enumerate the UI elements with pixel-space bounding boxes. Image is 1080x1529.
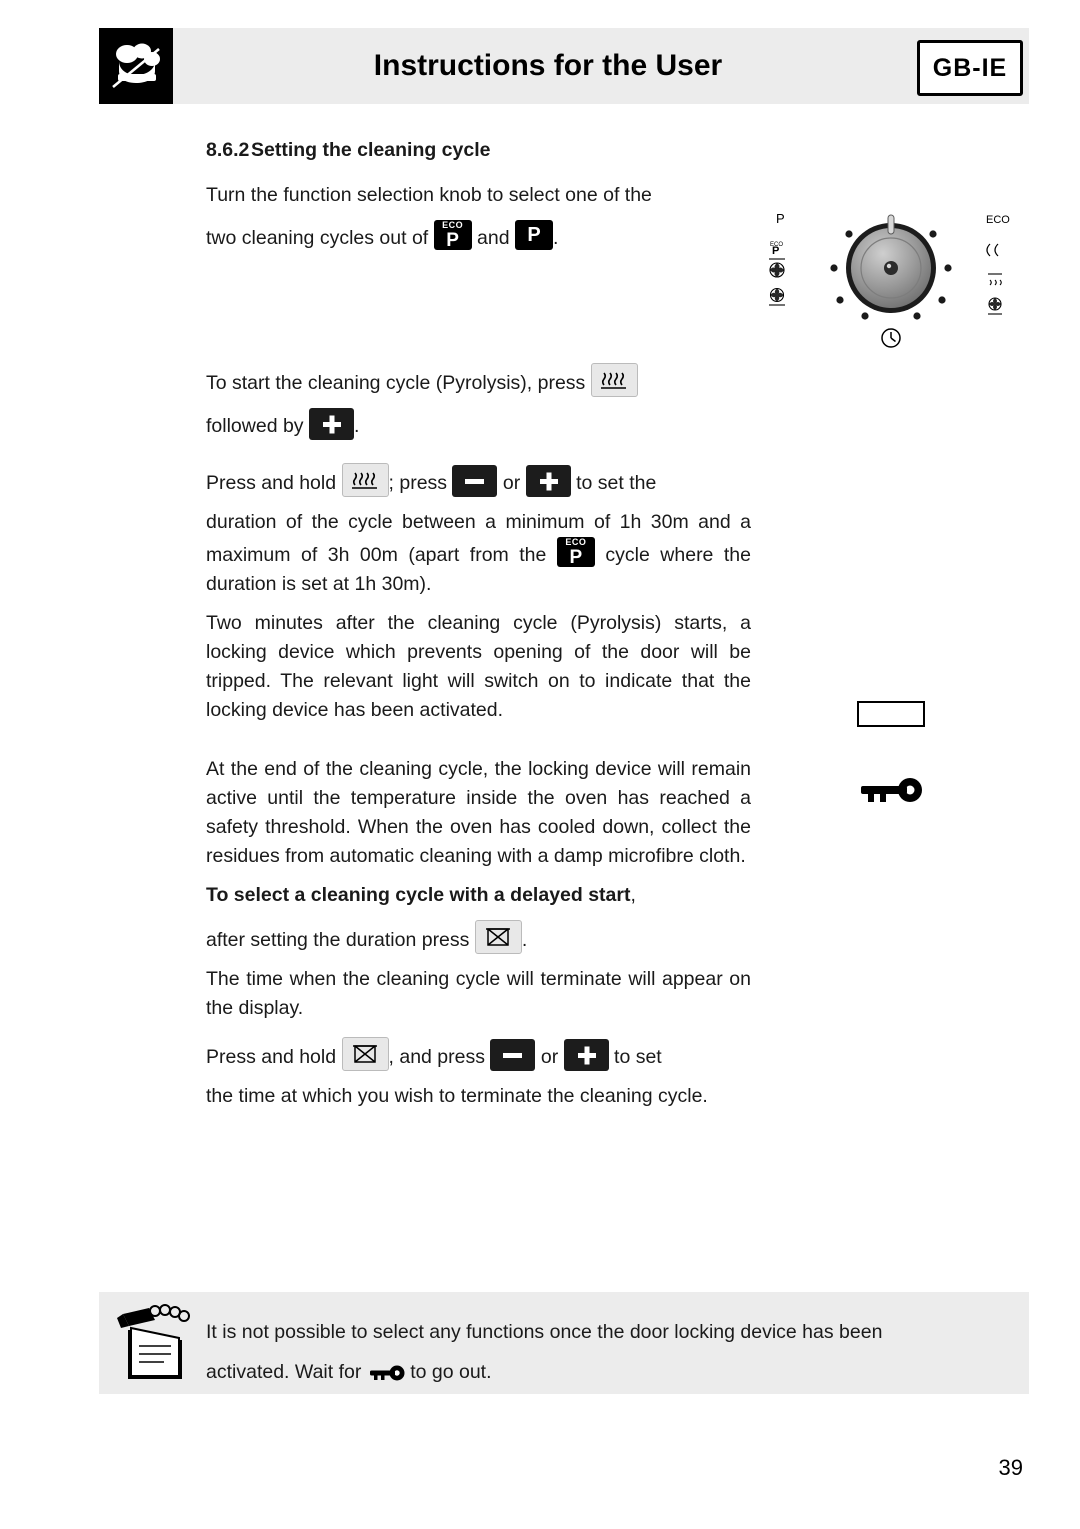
eco-key-label: ECO [442,220,464,230]
plus-icon-3 [563,1039,609,1071]
cooking-end-time-icon [474,920,522,954]
plus-icon [308,408,354,440]
function-selector-knob-diagram: P ECO P ECO [762,208,1020,353]
paragraph-8: The time when the cleaning cycle will te… [206,965,751,1023]
paragraph-6: To select a cleaning cycle with a delaye… [206,881,751,910]
p2-text-a: To start the cleaning cycle (Pyrolysis),… [206,372,586,394]
paragraph-3-line1: Press and hold ; press or to set the [206,463,751,498]
note-text-b: activated. Wait for [206,1361,362,1383]
pyro-key-icon: P [515,220,554,250]
p9-text-c: to set [614,1046,662,1068]
paragraph-9-line1: Press and hold , and press or to set [206,1037,751,1072]
p3-text-b: ; press [388,472,448,494]
cooking-end-time-icon-2 [341,1037,389,1071]
p9-or: or [540,1046,559,1068]
p9-text-a: Press and hold [206,1046,337,1068]
note-text-c: to go out. [410,1361,492,1383]
p1-and: and [477,227,510,249]
language-badge: GB-IE [917,40,1023,96]
note-text-a: It is not possible to select any functio… [206,1321,883,1343]
p7-period: . [521,929,528,951]
section-title: Setting the cleaning cycle [251,139,491,161]
paragraph-1-line1: Turn the function selection knob to sele… [206,181,751,210]
chef-hat-icon [99,28,173,104]
page-title: Instructions for the User [373,49,723,82]
p1-text-a: Turn the function selection knob to sele… [206,184,652,206]
p6-rest: , [630,884,636,906]
svg-text:ECO: ECO [986,214,1010,226]
eco-pyro-key-icon: ECO P [433,220,472,251]
door-lock-key-icon [855,775,925,807]
eco-key-label-3: ECO [565,537,587,547]
p8-text: The time when the cleaning cycle will te… [206,968,751,1019]
p5-text: At the end of the cleaning cycle, the lo… [206,758,751,867]
paragraph-2-line2: followed by . [206,408,751,441]
svg-text:P: P [772,245,779,257]
p-key-label-3: P [569,547,583,568]
minus-icon-2 [490,1039,536,1071]
note-pencil-icon [109,1300,199,1386]
paragraph-4: Two minutes after the cleaning cycle (Py… [206,609,751,725]
p1-text-b: two cleaning cycles out of [206,227,429,249]
p-key-label: P [446,230,459,251]
main-content: 8.6.2Setting the cleaning cycle Turn the… [206,136,751,1111]
door-lock-key-icon-small [367,1356,405,1381]
p2-text-b: followed by [206,415,304,437]
p9-text-b: , and press [388,1046,485,1068]
paragraph-2-line1: To start the cleaning cycle (Pyrolysis),… [206,363,751,398]
section-number: 8.6.2 [206,139,250,161]
note-text: It is not possible to select any functio… [206,1312,1021,1392]
plus-icon-2 [525,465,571,497]
svg-text:P: P [776,211,785,226]
p3-text-c: to set the [576,472,657,494]
page-header: Instructions for the User GB-IE [99,28,1029,104]
paragraph-3-line2: duration of the cycle between a minimum … [206,508,751,599]
p1-period: . [553,227,559,249]
note-box: It is not possible to select any functio… [99,1292,1029,1394]
p9-text-d: the time at which you wish to terminate … [206,1085,708,1107]
pyrolysis-heat-icon-2 [341,463,389,497]
p2-period: . [353,415,360,437]
oven-display-box [857,701,925,727]
section-heading: 8.6.2Setting the cleaning cycle [206,136,751,165]
paragraph-9-line2: the time at which you wish to terminate … [206,1082,751,1111]
minus-icon [452,465,498,497]
pyrolysis-heat-icon [590,363,638,397]
p4-text: Two minutes after the cleaning cycle (Py… [206,612,751,721]
paragraph-5: At the end of the cleaning cycle, the lo… [206,755,751,871]
paragraph-7: after setting the duration press . [206,920,751,955]
p3-or: or [502,472,521,494]
paragraph-1-line2: two cleaning cycles out of ECO P and P . [206,220,751,253]
p6-bold-text: To select a cleaning cycle with a delaye… [206,884,631,906]
p7-text-a: after setting the duration press [206,929,470,951]
p3-text-a: Press and hold [206,472,337,494]
p-key-label-2: P [527,224,541,246]
eco-pyro-key-icon-2: ECO P [556,537,595,568]
page-number: 39 [998,1455,1023,1480]
